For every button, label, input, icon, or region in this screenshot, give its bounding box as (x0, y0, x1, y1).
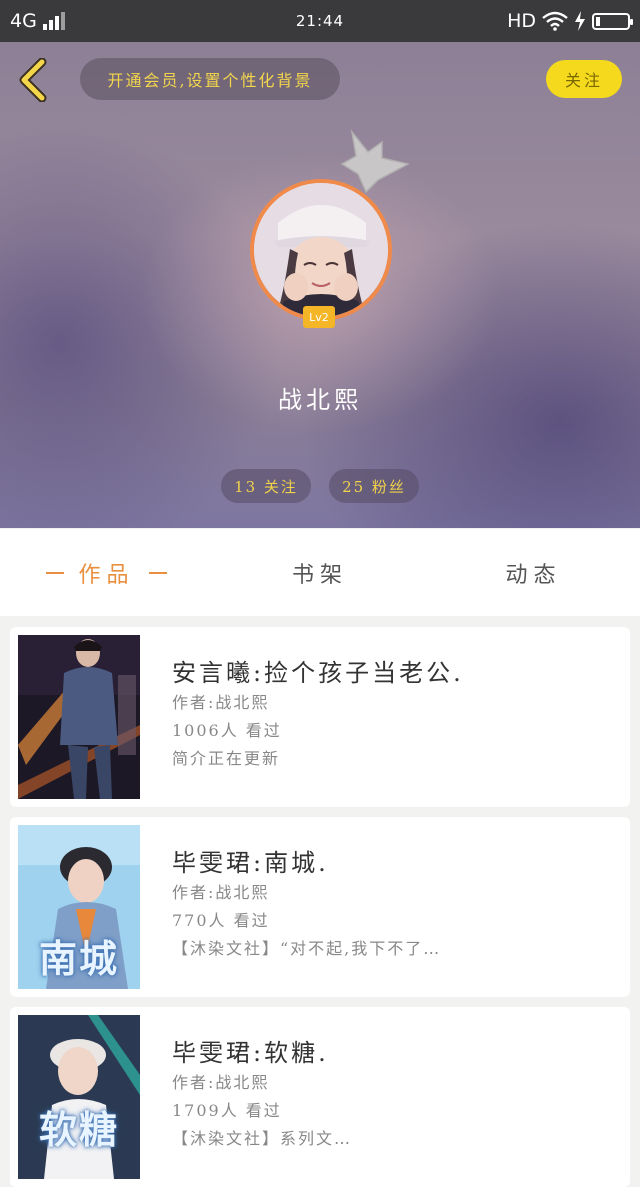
book-title: 毕雯珺:软糖. (172, 1039, 329, 1067)
tab-bookshelf-label: 书架 (291, 562, 348, 588)
book-cover[interactable] (18, 635, 140, 799)
level-badge: Lv2 (303, 306, 335, 328)
book-views: 1709人 看过 (172, 1101, 282, 1120)
vip-promo-text: 开通会员,设置个性化背景 (107, 71, 313, 90)
following-count: 13 关注 (234, 477, 298, 496)
avatar[interactable] (250, 179, 392, 321)
status-bar: 4G 21:44 HD (0, 0, 640, 42)
follow-label: 关注 (564, 71, 603, 90)
profile-header: 开通会员,设置个性化背景 关注 Lv2 战北熙 13 关注 25 粉丝 (0, 42, 640, 528)
battery-icon (592, 12, 633, 30)
book-intro: 简介正在更新 (172, 749, 281, 768)
book-author: 作者:战北熙 (172, 1073, 270, 1092)
book-views: 770人 看过 (172, 911, 270, 930)
book-card[interactable]: 安言曦:捡个孩子当老公. 作者:战北熙 1006人 看过 简介正在更新 (10, 627, 630, 807)
tab-active-indicator-left (46, 571, 65, 574)
book-card[interactable]: 南城 毕雯珺:南城. 作者:战北熙 770人 看过 【沐染文社】“对不起,我下不… (10, 817, 630, 997)
book-author: 作者:战北熙 (172, 693, 270, 712)
book-author: 作者:战北熙 (172, 883, 270, 902)
tab-works-label: 作品 (78, 562, 135, 588)
book-intro: 【沐染文社】“对不起,我下不了… (172, 939, 442, 958)
status-time: 21:44 (295, 12, 345, 30)
tab-activity[interactable]: 动态 (427, 529, 640, 616)
book-cover[interactable]: 南城 (18, 825, 140, 989)
book-card[interactable]: 软糖 毕雯珺:软糖. 作者:战北熙 1709人 看过 【沐染文社】系列文… (10, 1007, 630, 1187)
profile-tabs: 作品 书架 动态 (0, 529, 640, 616)
book-views: 1006人 看过 (172, 721, 282, 740)
book-cover[interactable]: 软糖 (18, 1015, 140, 1179)
tab-bookshelf[interactable]: 书架 (213, 529, 427, 616)
vip-background-button[interactable]: 开通会员,设置个性化背景 (80, 58, 340, 100)
book-cover-image (18, 635, 140, 799)
book-title: 毕雯珺:南城. (172, 849, 329, 877)
tab-active-indicator-right (148, 571, 167, 574)
fans-count-button[interactable]: 25 粉丝 (329, 469, 419, 503)
avatar-photo (254, 183, 388, 317)
fans-count: 25 粉丝 (342, 477, 406, 496)
book-cover-image (18, 1015, 140, 1179)
tab-activity-label: 动态 (505, 562, 562, 588)
username: 战北熙 (278, 386, 362, 414)
tab-works[interactable]: 作品 (0, 529, 213, 616)
book-intro: 【沐染文社】系列文… (172, 1129, 353, 1148)
book-cover-title: 软糖 (38, 1108, 119, 1152)
following-count-button[interactable]: 13 关注 (221, 469, 311, 503)
follow-button[interactable]: 关注 (546, 60, 622, 98)
book-title: 安言曦:捡个孩子当老公. (172, 659, 464, 687)
book-cover-title: 南城 (38, 937, 119, 981)
back-arrow-icon[interactable] (16, 58, 50, 102)
